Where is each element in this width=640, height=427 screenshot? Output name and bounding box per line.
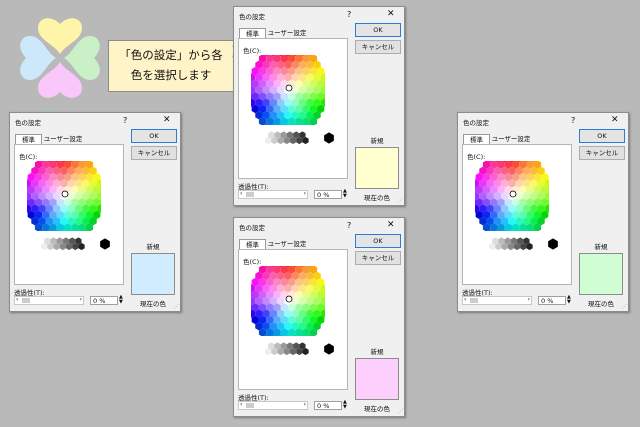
new-color-swatch	[131, 253, 175, 295]
callout-line-1: 「色の設定」から各	[119, 48, 223, 62]
transparency-spinner[interactable]: ▲ ▼	[119, 295, 123, 305]
black-cell	[324, 132, 334, 144]
resize-grip-icon[interactable]: ⋰	[397, 408, 403, 415]
close-icon[interactable]: ✕	[387, 9, 395, 19]
color-panel: 色(C):	[238, 249, 348, 390]
slider-left-arrow-icon[interactable]: ‹	[464, 296, 466, 303]
close-icon[interactable]: ✕	[387, 220, 395, 230]
slider-right-arrow-icon[interactable]: ›	[528, 296, 530, 303]
ok-button[interactable]: OK	[131, 129, 177, 143]
clover-logo	[20, 18, 100, 98]
ok-button[interactable]: OK	[355, 23, 401, 37]
grayscale-palette[interactable]	[485, 237, 561, 251]
transparency-input[interactable]: 0 %	[90, 296, 118, 305]
color-dialog-left: 色の設定 ? ✕ 標準 ユーザー設定 色(C): OK キャンセル 新規 現在の…	[9, 112, 181, 312]
tab-user[interactable]: ユーザー設定	[490, 135, 532, 144]
color-dialog-top: 色の設定 ? ✕ 標準 ユーザー設定 色(C): OK キャンセル 新規 現在の…	[233, 6, 405, 206]
color-panel: 色(C):	[462, 144, 572, 285]
transparency-slider[interactable]: ‹ ›	[238, 401, 308, 410]
help-button[interactable]: ?	[347, 10, 351, 19]
current-label: 現在の色	[364, 405, 390, 413]
spin-down-icon[interactable]: ▼	[343, 405, 347, 410]
new-color-swatch	[579, 253, 623, 295]
transparency-input[interactable]: 0 %	[314, 190, 342, 199]
current-label: 現在の色	[364, 194, 390, 202]
color-label: 色(C):	[243, 47, 262, 55]
cancel-button[interactable]: キャンセル	[355, 251, 401, 265]
new-label: 新規	[594, 243, 608, 251]
honeycomb-palette[interactable]	[475, 161, 549, 231]
help-button[interactable]: ?	[571, 116, 575, 125]
spin-down-icon[interactable]: ▼	[119, 300, 123, 305]
grayscale-palette[interactable]	[261, 131, 337, 145]
help-button[interactable]: ?	[123, 116, 127, 125]
color-label: 色(C):	[467, 153, 486, 161]
color-dialog-middle: 色の設定 ? ✕ 標準 ユーザー設定 色(C): OK キャンセル 新規 現在の…	[233, 217, 405, 417]
black-cell	[100, 238, 110, 250]
tab-user[interactable]: ユーザー設定	[266, 29, 308, 38]
new-label: 新規	[370, 137, 384, 145]
tab-user[interactable]: ユーザー設定	[42, 135, 84, 144]
grayscale-palette[interactable]	[261, 342, 337, 356]
slider-thumb[interactable]	[246, 192, 254, 197]
spin-down-icon[interactable]: ▼	[567, 300, 571, 305]
transparency-slider[interactable]: ‹ ›	[462, 296, 532, 305]
spin-down-icon[interactable]: ▼	[343, 194, 347, 199]
color-label: 色(C):	[243, 258, 262, 266]
black-cell	[324, 343, 334, 355]
transparency-input[interactable]: 0 %	[314, 401, 342, 410]
resize-grip-icon[interactable]: ⋰	[621, 303, 627, 310]
transparency-input[interactable]: 0 %	[538, 296, 566, 305]
cancel-button[interactable]: キャンセル	[131, 146, 177, 160]
ok-button[interactable]: OK	[355, 234, 401, 248]
close-icon[interactable]: ✕	[611, 115, 619, 125]
transparency-spinner[interactable]: ▲ ▼	[567, 295, 571, 305]
cancel-button[interactable]: キャンセル	[579, 146, 625, 160]
slider-right-arrow-icon[interactable]: ›	[80, 296, 82, 303]
slider-left-arrow-icon[interactable]: ‹	[16, 296, 18, 303]
slider-thumb[interactable]	[470, 298, 478, 303]
cancel-button[interactable]: キャンセル	[355, 40, 401, 54]
black-cell	[548, 238, 558, 250]
help-button[interactable]: ?	[347, 221, 351, 230]
current-label: 現在の色	[588, 300, 614, 308]
color-dialog-right: 色の設定 ? ✕ 標準 ユーザー設定 色(C): OK キャンセル 新規 現在の…	[457, 112, 629, 312]
dialog-title: 色の設定	[15, 119, 41, 127]
callout-line-2: 色を選択します	[130, 68, 212, 82]
color-panel: 色(C):	[14, 144, 124, 285]
color-label: 色(C):	[19, 153, 38, 161]
transparency-spinner[interactable]: ▲ ▼	[343, 189, 347, 199]
transparency-slider[interactable]: ‹ ›	[238, 190, 308, 199]
dialog-title: 色の設定	[239, 224, 265, 232]
current-label: 現在の色	[140, 300, 166, 308]
honeycomb-palette[interactable]	[27, 161, 101, 231]
slider-right-arrow-icon[interactable]: ›	[304, 190, 306, 197]
transparency-spinner[interactable]: ▲ ▼	[343, 400, 347, 410]
new-color-swatch	[355, 358, 399, 400]
ok-button[interactable]: OK	[579, 129, 625, 143]
instruction-callout: 「色の設定」から各 色を選択します	[108, 40, 234, 92]
slider-left-arrow-icon[interactable]: ‹	[240, 401, 242, 408]
slider-thumb[interactable]	[246, 403, 254, 408]
dialog-title: 色の設定	[463, 119, 489, 127]
resize-grip-icon[interactable]: ⋰	[173, 303, 179, 310]
new-color-swatch	[355, 147, 399, 189]
honeycomb-palette[interactable]	[251, 55, 325, 125]
transparency-slider[interactable]: ‹ ›	[14, 296, 84, 305]
slider-left-arrow-icon[interactable]: ‹	[240, 190, 242, 197]
resize-grip-icon[interactable]: ⋰	[397, 197, 403, 204]
honeycomb-palette[interactable]	[251, 266, 325, 336]
grayscale-palette[interactable]	[37, 237, 113, 251]
color-panel: 色(C):	[238, 38, 348, 179]
tab-user[interactable]: ユーザー設定	[266, 240, 308, 249]
dialog-title: 色の設定	[239, 13, 265, 21]
new-label: 新規	[370, 348, 384, 356]
slider-thumb[interactable]	[22, 298, 30, 303]
new-label: 新規	[146, 243, 160, 251]
slider-right-arrow-icon[interactable]: ›	[304, 401, 306, 408]
close-icon[interactable]: ✕	[163, 115, 171, 125]
